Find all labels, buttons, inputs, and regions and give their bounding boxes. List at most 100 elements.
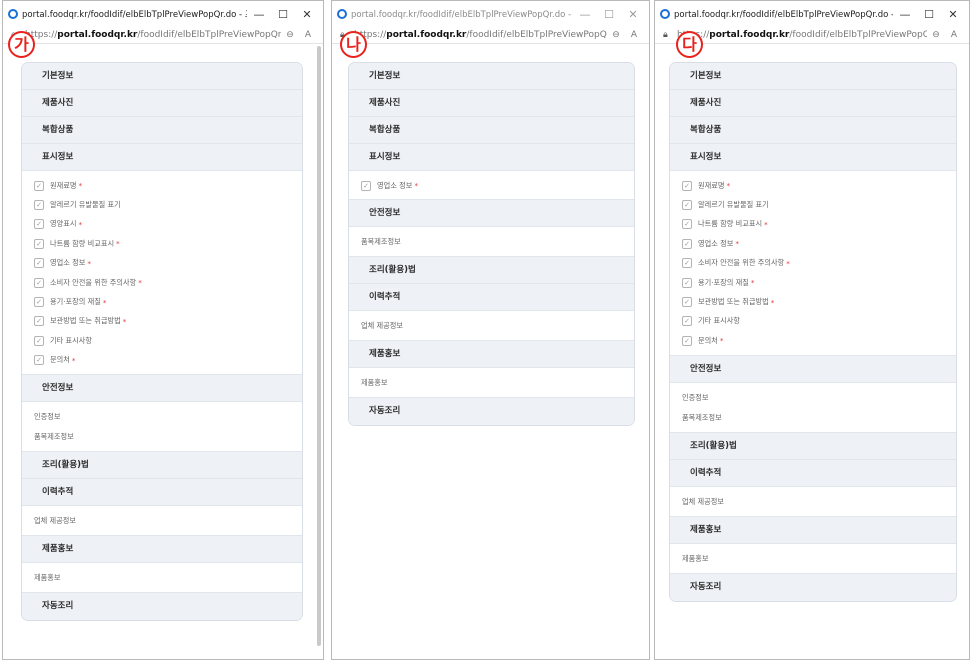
checklist-item[interactable]: ✓ 영업소 정보 *	[670, 234, 956, 253]
section-header[interactable]: 표시정보	[670, 144, 956, 171]
read-aloud-icon[interactable]: A	[625, 30, 643, 40]
section-header[interactable]: 이력추적	[22, 478, 302, 506]
section-header[interactable]: 제품홍보	[670, 516, 956, 544]
checkbox-checked-icon[interactable]: ✓	[682, 238, 692, 249]
minimize-icon[interactable]: —	[573, 8, 597, 21]
section-header[interactable]: 자동조리	[349, 398, 634, 426]
favicon-icon	[8, 9, 18, 19]
read-aloud-icon[interactable]: A	[945, 30, 963, 40]
scrollbar[interactable]	[317, 46, 321, 646]
section-text-item: 제품홍보	[34, 572, 61, 582]
maximize-icon[interactable]: ☐	[917, 8, 941, 21]
checklist-item[interactable]: ✓ 용기·포장의 재질 *	[22, 292, 302, 311]
checkbox-checked-icon[interactable]: ✓	[682, 277, 692, 288]
checklist-item-label: 문의처	[698, 335, 718, 345]
section-text-item: 업체 제공정보	[682, 496, 724, 506]
section-header[interactable]: 안전정보	[22, 374, 302, 402]
checklist-item[interactable]: ✓ 원재료명 *	[22, 176, 302, 195]
checkbox-checked-icon[interactable]: ✓	[34, 335, 44, 346]
section-header[interactable]: 자동조리	[22, 592, 302, 620]
checklist-item[interactable]: ✓ 영양표시 *	[22, 215, 302, 234]
checkbox-checked-icon[interactable]: ✓	[361, 180, 371, 191]
section-header[interactable]: 제품홍보	[349, 341, 634, 369]
checklist-item[interactable]: ✓ 문의처 *	[22, 351, 302, 370]
checklist-item[interactable]: ✓ 알레르기 유발물질 표기	[22, 195, 302, 214]
checkbox-checked-icon[interactable]: ✓	[682, 219, 692, 230]
checklist-item[interactable]: ✓ 원재료명 *	[670, 176, 956, 195]
section-header[interactable]: 제품사진	[22, 90, 302, 117]
url-field[interactable]: https://portal.foodqr.kr/foodIdif/elbElb…	[677, 30, 927, 40]
required-marker: *	[719, 336, 724, 346]
checkbox-checked-icon[interactable]: ✓	[34, 297, 44, 308]
section-header[interactable]: 기본정보	[670, 63, 956, 90]
section-header[interactable]: 표시정보	[349, 144, 634, 171]
required-marker: *	[414, 181, 418, 191]
section-header[interactable]: 제품사진	[349, 90, 634, 117]
checkbox-checked-icon[interactable]: ✓	[34, 258, 44, 269]
zoom-icon[interactable]: ⊖	[607, 30, 625, 40]
checkbox-checked-icon[interactable]: ✓	[682, 180, 692, 191]
checklist-item[interactable]: ✓ 기타 표시사항	[22, 331, 302, 350]
section-text-item: 제품홍보	[361, 378, 388, 388]
checkbox-checked-icon[interactable]: ✓	[682, 200, 692, 211]
zoom-icon[interactable]: ⊖	[927, 30, 945, 40]
section-header[interactable]: 제품홍보	[22, 535, 302, 563]
address-bar[interactable]: 🔒︎ https://portal.foodqr.kr/foodIdif/elb…	[332, 27, 649, 44]
checklist-item[interactable]: ✓ 나트륨 함량 비교표시 *	[22, 234, 302, 253]
minimize-icon[interactable]: —	[893, 8, 917, 21]
checklist-item[interactable]: ✓ 나트륨 함량 비교표시 *	[670, 215, 956, 234]
checkbox-checked-icon[interactable]: ✓	[34, 200, 44, 211]
title-bar: portal.foodqr.kr/foodIdif/elbElbTplPreVi…	[3, 1, 323, 27]
checkbox-checked-icon[interactable]: ✓	[34, 180, 44, 191]
address-bar[interactable]: 🔒︎ https://portal.foodqr.kr/foodIdif/elb…	[3, 27, 323, 44]
maximize-icon[interactable]: ☐	[271, 8, 295, 21]
checkbox-checked-icon[interactable]: ✓	[34, 316, 44, 327]
checklist-item[interactable]: ✓ 용기·포장의 재질 *	[670, 273, 956, 292]
checklist-item[interactable]: ✓ 기타 표시사항	[670, 312, 956, 331]
checklist-item[interactable]: ✓ 보관방법 또는 취급방법 *	[22, 312, 302, 331]
section-header[interactable]: 자동조리	[670, 573, 956, 601]
checkbox-checked-icon[interactable]: ✓	[682, 335, 692, 346]
section-header[interactable]: 조리(활용)법	[22, 451, 302, 479]
section-header[interactable]: 이력추적	[670, 459, 956, 487]
checkbox-checked-icon[interactable]: ✓	[34, 238, 44, 249]
section-header[interactable]: 안전정보	[670, 355, 956, 383]
zoom-icon[interactable]: ⊖	[281, 30, 299, 40]
checklist-item[interactable]: ✓ 소비자 안전을 위한 주의사항 *	[670, 254, 956, 273]
checkbox-checked-icon[interactable]: ✓	[682, 316, 692, 327]
maximize-icon[interactable]: ☐	[597, 8, 621, 21]
checklist-item[interactable]: ✓ 문의처 *	[670, 331, 956, 350]
section-header[interactable]: 복합상품	[670, 117, 956, 144]
minimize-icon[interactable]: —	[247, 8, 271, 21]
section-header[interactable]: 기본정보	[22, 63, 302, 90]
checkbox-checked-icon[interactable]: ✓	[34, 219, 44, 230]
section-header[interactable]: 이력추적	[349, 284, 634, 312]
section-header[interactable]: 기본정보	[349, 63, 634, 90]
section-header[interactable]: 조리(활용)법	[349, 257, 634, 285]
close-icon[interactable]: ✕	[941, 8, 965, 21]
lock-icon[interactable]: 🔒︎	[663, 30, 673, 40]
section-header[interactable]: 조리(활용)법	[670, 432, 956, 460]
page-content: 기본정보 제품사진 복합상품 표시정보 ✓ 원재료명 * ✓ 알레르기 유발물질 표기 ✓ 나트륨 …	[655, 44, 969, 659]
close-icon[interactable]: ✕	[295, 8, 319, 21]
checklist-item-label: 알레르기 유발물질 표기	[698, 200, 769, 210]
checkbox-checked-icon[interactable]: ✓	[682, 297, 692, 308]
section-header[interactable]: 표시정보	[22, 144, 302, 171]
section-header[interactable]: 안전정보	[349, 200, 634, 228]
checklist-item[interactable]: ✓ 영업소 정보 *	[22, 254, 302, 273]
checklist-item[interactable]: ✓ 보관방법 또는 취급방법 *	[670, 292, 956, 311]
section-header[interactable]: 복합상품	[22, 117, 302, 144]
checkbox-checked-icon[interactable]: ✓	[34, 277, 44, 288]
url-field[interactable]: https://portal.foodqr.kr/foodIdif/elbElb…	[354, 30, 607, 40]
url-field[interactable]: https://portal.foodqr.kr/foodIdif/elbElb…	[25, 30, 281, 40]
checkbox-checked-icon[interactable]: ✓	[34, 355, 44, 366]
section-header[interactable]: 제품사진	[670, 90, 956, 117]
checklist-item[interactable]: ✓ 소비자 안전을 위한 주의사항 *	[22, 273, 302, 292]
checklist-item[interactable]: ✓ 영업소 정보 *	[349, 176, 634, 195]
checklist-item[interactable]: ✓ 알레르기 유발물질 표기	[670, 195, 956, 214]
section-header[interactable]: 복합상품	[349, 117, 634, 144]
read-aloud-icon[interactable]: A	[299, 30, 317, 40]
checkbox-checked-icon[interactable]: ✓	[682, 258, 692, 269]
section-body: 제품홍보	[670, 544, 956, 574]
close-icon[interactable]: ✕	[621, 8, 645, 21]
